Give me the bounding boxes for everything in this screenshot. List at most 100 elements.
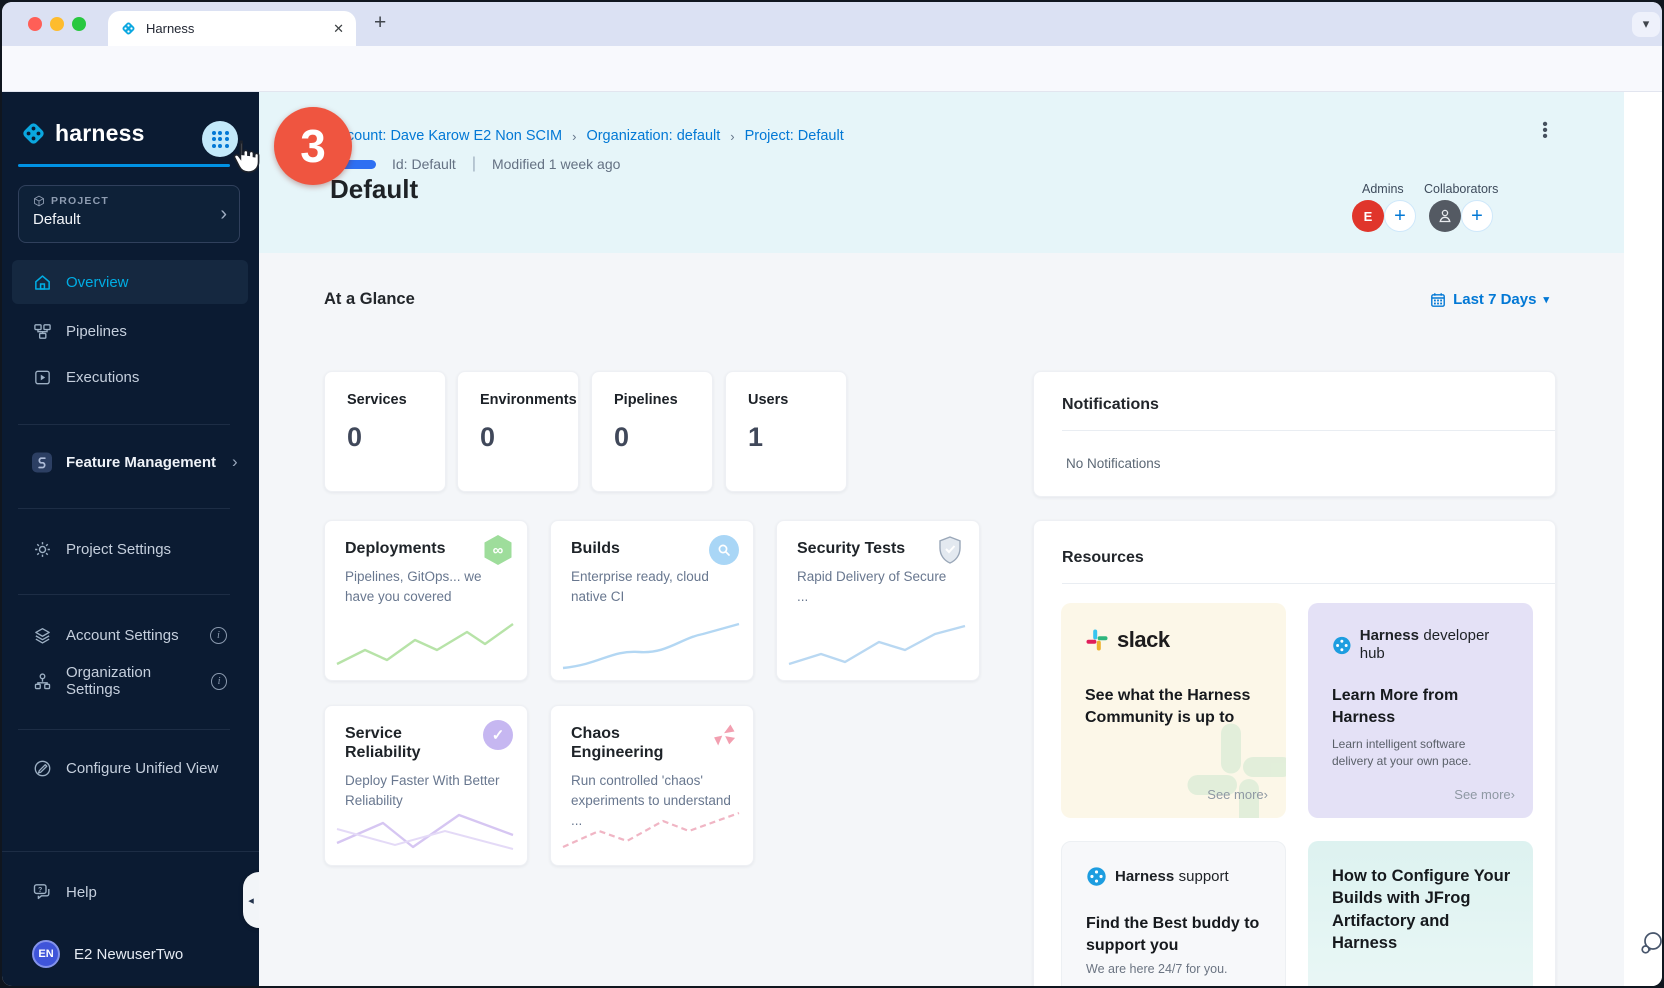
- sidebar-user[interactable]: EN E2 NewuserTwo: [2, 932, 259, 976]
- macos-close-button[interactable]: [28, 17, 42, 31]
- stat-label: Pipelines: [614, 392, 690, 408]
- collaborator-avatar[interactable]: [1429, 200, 1461, 232]
- header-kebab-menu[interactable]: •••: [1537, 122, 1553, 140]
- layers-icon: [32, 625, 52, 645]
- home-icon: [32, 272, 52, 292]
- annotation-step-badge: 3: [274, 107, 352, 185]
- module-title: Service Reliability: [345, 724, 473, 762]
- sidebar-item-label: Project Settings: [66, 541, 171, 558]
- new-tab-button[interactable]: +: [374, 11, 386, 35]
- tab-search-button[interactable]: ▾: [1632, 12, 1660, 37]
- resource-card-slack[interactable]: slack See what the Harness Community is …: [1061, 603, 1286, 818]
- security-shield-icon: [935, 535, 965, 565]
- tab-close-icon[interactable]: ✕: [333, 21, 344, 37]
- sidebar-divider: [18, 424, 230, 425]
- info-icon[interactable]: i: [211, 673, 227, 690]
- resource-card-support[interactable]: Harness support Find the Best buddy to s…: [1061, 841, 1286, 986]
- stat-label: Users: [748, 392, 824, 408]
- sidebar-item-account-settings[interactable]: Account Settings i: [2, 613, 259, 657]
- id-divider: |: [472, 155, 476, 173]
- sidebar-item-project-settings[interactable]: Project Settings: [2, 527, 259, 571]
- stat-value: 1: [748, 422, 824, 453]
- gear-icon: [32, 539, 52, 559]
- see-more-link[interactable]: See more›: [1454, 787, 1515, 802]
- resources-heading: Resources: [1062, 549, 1144, 567]
- sidebar-item-executions[interactable]: Executions: [2, 355, 259, 399]
- sidebar-footer-divider: [2, 851, 259, 852]
- breadcrumb-project-link[interactable]: Project: Default: [745, 128, 844, 144]
- feature-management-icon: [32, 452, 52, 472]
- stat-card-pipelines[interactable]: Pipelines 0: [591, 371, 713, 492]
- browser-window: Harness ✕ + ▾ ← → ↻ app.harness.io/ng/ac…: [2, 2, 1662, 986]
- stat-value: 0: [614, 422, 690, 453]
- harness-brand[interactable]: harness: [20, 120, 145, 147]
- module-title: Builds: [571, 539, 699, 558]
- harness-logo-icon: [1086, 866, 1107, 887]
- macos-zoom-button[interactable]: [72, 17, 86, 31]
- brand-underline: [18, 164, 230, 167]
- add-admin-button[interactable]: +: [1384, 200, 1416, 232]
- project-selector-value: Default: [33, 211, 225, 228]
- calendar-icon: [1430, 292, 1446, 308]
- stat-value: 0: [347, 422, 423, 453]
- deployments-icon: ∞: [483, 535, 513, 565]
- see-more-link[interactable]: See more›: [1207, 787, 1268, 802]
- add-collaborator-button[interactable]: +: [1461, 200, 1493, 232]
- slack-watermark-icon: [1180, 716, 1286, 818]
- module-card-security-tests[interactable]: Security Tests Rapid Delivery of Secure …: [776, 520, 980, 681]
- deployments-sparkline: [335, 620, 515, 672]
- project-selector-label: PROJECT: [51, 195, 109, 207]
- module-card-service-reliability[interactable]: Service Reliability Deploy Faster With B…: [324, 705, 528, 866]
- sidebar-collapse-handle[interactable]: ◂: [243, 872, 259, 928]
- admins-label: Admins: [1362, 182, 1404, 196]
- resource-card-developer-hub[interactable]: Harness developer hub Learn More from Ha…: [1308, 603, 1533, 818]
- sidebar-item-pipelines[interactable]: Pipelines: [2, 309, 259, 353]
- person-icon: [1437, 208, 1453, 224]
- sidebar-item-help[interactable]: ? Help: [2, 870, 259, 914]
- stat-label: Services: [347, 392, 423, 408]
- breadcrumb-account-link[interactable]: Account: Dave Karow E2 Non SCIM: [330, 128, 562, 144]
- window-frame: Harness ✕ + ▾ ← → ↻ app.harness.io/ng/ac…: [0, 0, 1664, 988]
- stat-card-users[interactable]: Users 1: [725, 371, 847, 492]
- notifications-panel: Notifications No Notifications: [1033, 371, 1556, 497]
- chat-bubble-icon[interactable]: [1637, 930, 1662, 958]
- stat-card-environments[interactable]: Environments 0: [457, 371, 579, 492]
- sidebar-item-label: Configure Unified View: [66, 760, 218, 777]
- macos-minimize-button[interactable]: [50, 17, 64, 31]
- sidebar-item-feature-management[interactable]: Feature Management ›: [2, 440, 259, 484]
- svg-text:?: ?: [38, 887, 42, 894]
- panel-divider: [1062, 583, 1555, 584]
- chevron-right-icon: ›: [220, 203, 227, 226]
- security-sparkline: [787, 620, 967, 672]
- resource-title: Learn More from Harness: [1332, 685, 1482, 728]
- project-selector[interactable]: PROJECT Default ›: [18, 185, 240, 243]
- module-card-builds[interactable]: Builds Enterprise ready, cloud native CI: [550, 520, 754, 681]
- executions-icon: [32, 367, 52, 387]
- resource-title: How to Configure Your Builds with JFrog …: [1332, 865, 1512, 954]
- brand-bold: Harness: [1115, 868, 1174, 885]
- sidebar: harness PROJECT Default › Overview Pi: [2, 92, 259, 986]
- tab-title: Harness: [146, 21, 324, 36]
- stat-card-services[interactable]: Services 0: [324, 371, 446, 492]
- module-card-deployments[interactable]: Deployments Pipelines, GitOps... we have…: [324, 520, 528, 681]
- service-reliability-icon: ✓: [483, 720, 513, 750]
- breadcrumb-separator: ›: [572, 129, 576, 144]
- app-area: harness PROJECT Default › Overview Pi: [2, 92, 1662, 986]
- sidebar-divider: [18, 508, 230, 509]
- info-icon[interactable]: i: [210, 627, 227, 644]
- sidebar-item-overview[interactable]: Overview: [12, 260, 248, 304]
- module-description: Enterprise ready, cloud native CI: [571, 567, 731, 606]
- configure-icon: [32, 758, 52, 778]
- date-range-value: Last 7 Days: [1453, 291, 1536, 308]
- breadcrumb-org-link[interactable]: Organization: default: [586, 128, 720, 144]
- chaos-sparkline: [561, 805, 741, 857]
- browser-tab[interactable]: Harness ✕: [108, 11, 356, 46]
- resource-card-jfrog-howto[interactable]: How to Configure Your Builds with JFrog …: [1308, 841, 1533, 986]
- module-description: Rapid Delivery of Secure ...: [797, 567, 957, 606]
- module-card-chaos-engineering[interactable]: Chaos Engineering Run controlled 'chaos'…: [550, 705, 754, 866]
- harness-favicon: [120, 20, 137, 37]
- admin-avatar[interactable]: E: [1352, 200, 1384, 232]
- sidebar-item-organization-settings[interactable]: Organization Settings i: [2, 659, 259, 703]
- sidebar-item-configure-unified-view[interactable]: Configure Unified View: [2, 746, 259, 790]
- date-range-filter[interactable]: Last 7 Days ▾: [1399, 291, 1549, 308]
